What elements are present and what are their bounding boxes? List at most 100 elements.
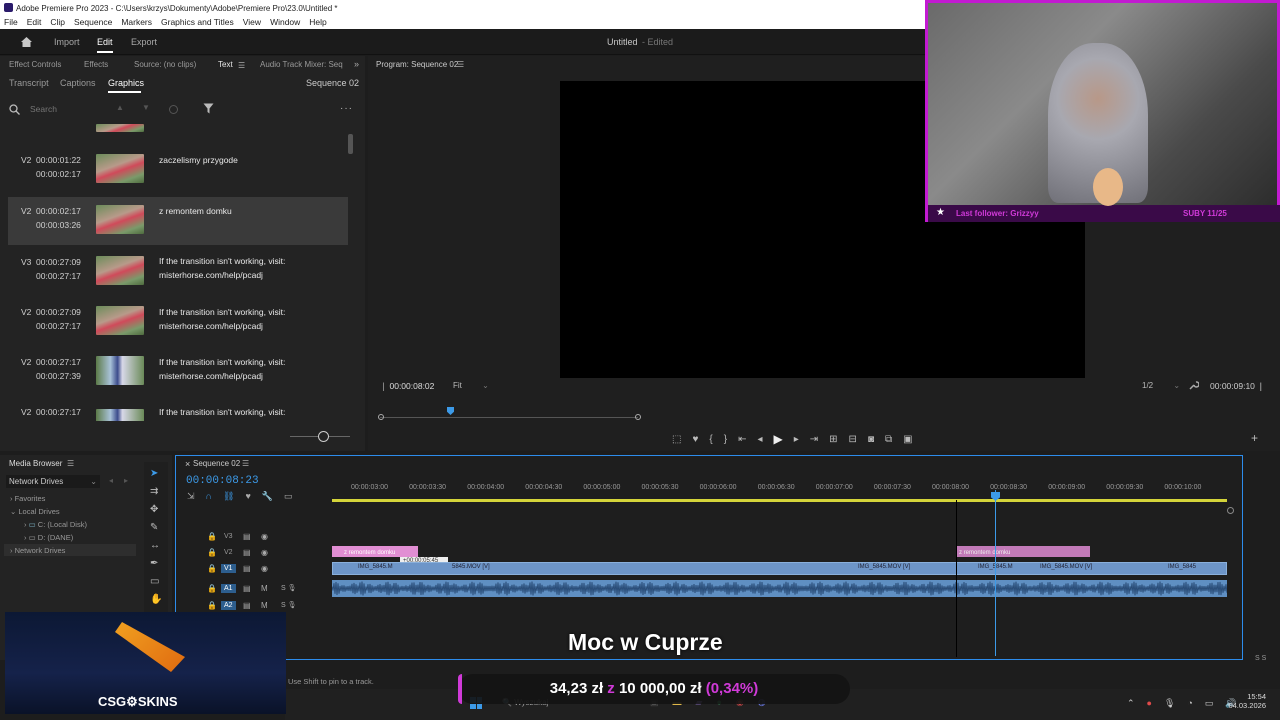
track-label[interactable]: A2 (221, 601, 236, 610)
tab-export[interactable]: Export (131, 37, 157, 47)
track-label[interactable]: V2 (221, 548, 236, 557)
list-item[interactable]: V2 00:00:01:22 00:00:02:17 zaczelismy pr… (8, 144, 348, 192)
extract-icon[interactable]: ⊟ (849, 434, 857, 445)
tray-security-icon[interactable]: ● (1147, 698, 1152, 709)
scrub-end-handle[interactable] (635, 414, 641, 420)
zoom-slider-handle[interactable] (318, 431, 329, 442)
export-frame-icon[interactable]: ◙ (868, 434, 874, 445)
work-area-bar[interactable] (332, 499, 1227, 502)
sync-lock-icon[interactable]: ▤ (243, 601, 251, 610)
hand-tool-icon[interactable]: ✋ (150, 594, 162, 605)
tray-mic-icon[interactable]: 🎙 (1164, 698, 1175, 709)
in-timecode[interactable]: 00:00:27:17 (36, 357, 81, 367)
list-item[interactable]: V2 00:00:27:09 00:00:27:17 If the transi… (8, 298, 348, 346)
media-browser-menu-icon[interactable]: ☰ (67, 459, 74, 468)
step-forward-icon[interactable]: ▸ (794, 434, 799, 445)
tab-graphics[interactable]: Graphics (108, 78, 144, 88)
wrench-icon[interactable] (1188, 380, 1199, 391)
more-options-icon[interactable]: ··· (340, 103, 353, 114)
prev-result-icon[interactable]: ▲ (116, 103, 124, 112)
out-timecode[interactable]: 00:00:03:26 (36, 220, 81, 230)
out-timecode[interactable]: 00:00:27:17 (36, 271, 81, 281)
marker-icon[interactable]: ♥ (692, 434, 698, 445)
caption-text[interactable]: If the transition isn't working, visit: (159, 305, 285, 319)
add-marker-icon[interactable]: ♥ (245, 491, 250, 502)
more-tabs-icon[interactable]: » (354, 59, 359, 69)
time-ruler[interactable]: 00:00:03:00 00:00:03:30 00:00:04:00 00:00:0… (332, 480, 1232, 500)
out-timecode[interactable]: 00:00:27:39 (36, 371, 81, 381)
program-scrub-bar[interactable] (380, 417, 638, 418)
sync-lock-icon[interactable]: ▤ (243, 584, 251, 593)
menu-edit[interactable]: Edit (27, 17, 42, 27)
graphic-clip[interactable]: z remontem domku (332, 546, 418, 557)
timeline-scroll-handle[interactable] (1227, 507, 1234, 514)
location-dropdown[interactable]: Network Drives ⌄ (6, 475, 100, 488)
tab-import[interactable]: Import (54, 37, 80, 47)
track-header[interactable]: 🔒 A1 ▤ M S 🎙 (185, 584, 330, 598)
solo-mic-icon[interactable]: S 🎙 (281, 584, 297, 592)
in-timecode[interactable]: 00:00:27:09 (36, 307, 81, 317)
menu-window[interactable]: Window (270, 17, 300, 27)
menu-view[interactable]: View (243, 17, 261, 27)
menu-clip[interactable]: Clip (50, 17, 65, 27)
in-timecode[interactable]: 00:00:01:22 (36, 155, 81, 165)
insert-nest-icon[interactable]: ⇲ (187, 491, 195, 502)
track-header[interactable]: 🔒 V2 ▤ ◉ (185, 548, 330, 562)
slip-tool-icon[interactable]: ↔ (150, 540, 160, 551)
step-back-icon[interactable]: ◂ (757, 434, 762, 445)
caption-text[interactable]: zaczelismy przygode (159, 153, 238, 167)
out-timecode[interactable]: 00:00:02:17 (36, 169, 81, 179)
in-timecode[interactable]: 00:00:27:17 (36, 407, 81, 417)
caption-text[interactable]: misterhorse.com/help/pcadj (159, 369, 263, 383)
track-label[interactable]: V1 (221, 564, 236, 573)
timeline-settings-icon[interactable]: 🔧 (262, 491, 273, 502)
out-timecode[interactable]: 00:00:27:17 (36, 321, 81, 331)
lock-icon[interactable]: 🔒 (207, 584, 217, 593)
captions-icon[interactable]: ▭ (284, 491, 293, 502)
fit-dropdown[interactable]: Fit ⌄ (453, 381, 489, 390)
go-to-out-icon[interactable]: ⇥ (810, 434, 818, 445)
track-select-tool-icon[interactable]: ⇉ (150, 486, 158, 497)
caption-text[interactable]: z remontem domku (159, 204, 232, 218)
replace-icon[interactable] (168, 104, 179, 115)
eye-icon[interactable]: ◉ (261, 564, 268, 573)
in-timecode[interactable]: 00:00:27:09 (36, 257, 81, 267)
tree-network-drives[interactable]: › Network Drives (10, 546, 65, 555)
solo-mic-icon[interactable]: S 🎙 (281, 601, 297, 609)
tab-text[interactable]: Text (218, 60, 233, 69)
button-editor-icon[interactable]: + (1251, 431, 1258, 445)
track-label[interactable]: A1 (221, 584, 236, 593)
caption-text[interactable]: If the transition isn't working, visit: (159, 405, 285, 419)
caption-text[interactable]: If the transition isn't working, visit: (159, 355, 285, 369)
pen-tool-icon[interactable]: ✒ (150, 558, 158, 569)
mute-icon[interactable]: M (261, 601, 268, 610)
snap-icon[interactable]: ∩ (206, 491, 212, 502)
go-to-in-icon[interactable]: ⇤ (738, 434, 746, 445)
menu-markers[interactable]: Markers (121, 17, 152, 27)
timeline-title[interactable]: Sequence 02 (193, 459, 240, 468)
tray-wifi-icon[interactable]: ◔ (1187, 698, 1192, 709)
list-item[interactable]: V3 00:00:27:09 00:00:27:17 If the transi… (8, 248, 348, 296)
nav-forward-icon[interactable]: ▸ (124, 476, 128, 485)
lock-icon[interactable]: 🔒 (207, 564, 217, 573)
scrub-start-handle[interactable] (378, 414, 384, 420)
tab-effect-controls[interactable]: Effect Controls (9, 60, 61, 69)
next-result-icon[interactable]: ▼ (142, 103, 150, 112)
tree-c-drive[interactable]: › ▭ C: (Local Disk) (24, 520, 87, 529)
menu-help[interactable]: Help (309, 17, 326, 27)
sync-lock-icon[interactable]: ▤ (243, 548, 251, 557)
lock-icon[interactable]: 🔒 (207, 532, 217, 541)
list-item[interactable]: V2 00:00:27:17 If the transition isn't w… (8, 399, 348, 421)
tree-d-drive[interactable]: › ▭ D: (DANE) (24, 533, 73, 542)
caption-text[interactable]: misterhorse.com/help/pcadj (159, 268, 263, 282)
nav-back-icon[interactable]: ◂ (109, 476, 113, 485)
razor-tool-icon[interactable]: ✎ (150, 522, 158, 533)
rectangle-tool-icon[interactable]: ▭ (150, 576, 159, 587)
track-label[interactable]: V3 (221, 532, 236, 541)
comparison-icon[interactable]: ⧉ (885, 434, 892, 445)
eye-icon[interactable]: ◉ (261, 532, 268, 541)
tree-local-drives[interactable]: ⌄ Local Drives (10, 507, 60, 516)
tray-chevron-icon[interactable]: ⌃ (1127, 698, 1135, 709)
track-header[interactable]: 🔒 V1 ▤ ◉ (185, 564, 330, 578)
in-timecode[interactable]: 00:00:02:17 (36, 206, 81, 216)
